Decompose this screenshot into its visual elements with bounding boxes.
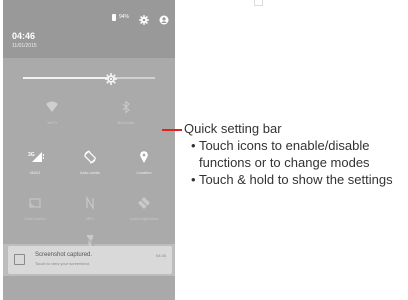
battery-indicator: 94% bbox=[111, 13, 129, 21]
battery-icon bbox=[111, 13, 116, 21]
phone-screen: 94% 04:46 11/01/2015 Wi-Fi Bluetooth 3G … bbox=[3, 0, 175, 300]
tile-location[interactable]: Location bbox=[115, 150, 173, 180]
network-type-badge: 3G bbox=[28, 152, 35, 158]
brightness-slider-fill bbox=[23, 77, 112, 79]
notification-header: 94% 04:46 11/01/2015 bbox=[3, 0, 175, 58]
tile-label: Auto-rotate bbox=[80, 170, 100, 175]
brightness-slider[interactable] bbox=[23, 73, 155, 85]
tile-auto-brightness[interactable]: Auto brightness bbox=[115, 196, 173, 226]
annotation-bullet: • Touch & hold to show the settings bbox=[191, 172, 393, 187]
tile-label: Cast screen bbox=[24, 216, 46, 221]
signal-icon: 3G bbox=[28, 150, 44, 164]
tile-nfc[interactable]: NFC bbox=[61, 195, 119, 226]
image-icon bbox=[14, 254, 25, 265]
auto-brightness-icon bbox=[137, 196, 151, 210]
callout-line bbox=[162, 129, 182, 131]
status-bar: 94% bbox=[111, 11, 169, 25]
tile-label: NFC bbox=[85, 216, 95, 221]
notification-title: Screenshot captured. bbox=[35, 252, 93, 258]
wifi-icon bbox=[45, 100, 59, 114]
annotation-bullet: • Touch icons to enable/disable bbox=[191, 138, 370, 153]
quick-settings-panel: Wi-Fi Bluetooth 3G 46001 Auto-rotate Loc… bbox=[3, 58, 175, 259]
annotation-title: Quick setting bar bbox=[184, 121, 282, 136]
page-corner-mark bbox=[254, 0, 263, 6]
tile-label: Location bbox=[136, 170, 152, 175]
location-pin-icon bbox=[137, 150, 151, 164]
tile-label: Bluetooth bbox=[117, 120, 135, 125]
annotation-text: Quick setting bar • Touch icons to enabl… bbox=[184, 120, 406, 188]
tile-label: Auto brightness bbox=[130, 216, 158, 221]
tile-auto-rotate[interactable]: Auto-rotate bbox=[61, 150, 119, 180]
tile-label: 46001 bbox=[29, 170, 41, 175]
notification-subtitle: Touch to view your screenshot. bbox=[35, 261, 90, 266]
notification-time: 04:45 bbox=[155, 253, 166, 258]
brightness-thumb-icon[interactable] bbox=[105, 72, 118, 85]
nfc-icon bbox=[83, 195, 97, 211]
tile-wifi[interactable]: Wi-Fi bbox=[23, 100, 81, 130]
tile-label: Wi-Fi bbox=[47, 120, 57, 125]
battery-percent: 94% bbox=[118, 14, 129, 20]
clock-date: 11/01/2015 bbox=[12, 43, 37, 49]
tile-mobile-data[interactable]: 3G 46001 bbox=[6, 150, 64, 180]
annotation-bullet-text: Touch & hold to show the settings bbox=[198, 172, 393, 187]
gear-icon[interactable] bbox=[139, 12, 149, 25]
annotation-bullet-continuation: functions or to change modes bbox=[199, 155, 370, 170]
cast-icon bbox=[28, 196, 42, 210]
bluetooth-icon bbox=[119, 100, 133, 114]
notification-list-bottom bbox=[3, 276, 175, 300]
tile-bluetooth[interactable]: Bluetooth bbox=[97, 100, 155, 130]
clock-time: 04:46 bbox=[12, 31, 36, 41]
screenshot-notification[interactable]: Screenshot captured. Touch to view your … bbox=[8, 246, 172, 274]
tile-cast-screen[interactable]: Cast screen bbox=[6, 196, 64, 226]
annotation-bullet-text: Touch icons to enable/disable bbox=[198, 138, 370, 153]
rotate-icon bbox=[83, 150, 97, 164]
user-icon[interactable] bbox=[159, 12, 169, 25]
